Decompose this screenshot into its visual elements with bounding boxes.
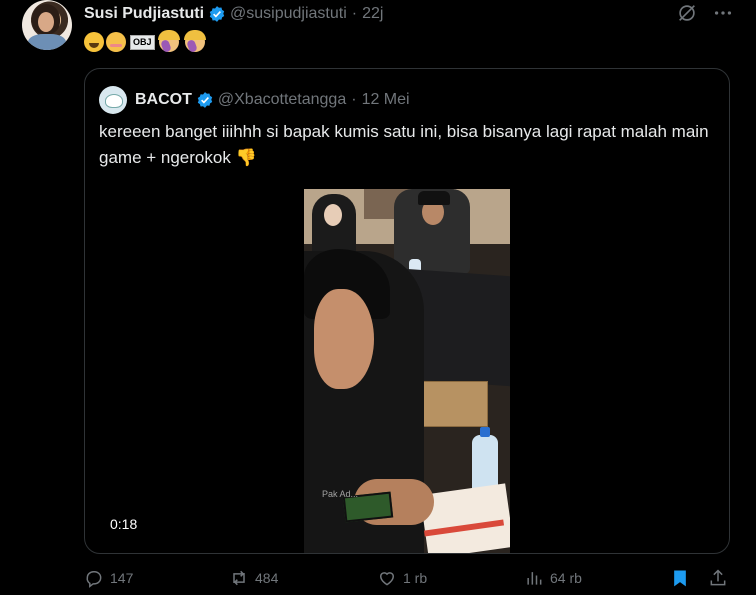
video-player[interactable]: Pak Ad... [304, 189, 510, 553]
facepalm-emoji-icon [157, 30, 180, 52]
share-icon [710, 569, 726, 586]
quoted-date[interactable]: 12 Mei [362, 91, 410, 109]
quoted-tweet-header: BACOT @Xbacottetangga · 12 Mei [99, 86, 410, 114]
facepalm-emoji-icon-2 [183, 30, 206, 52]
quoted-tweet-text: kereeen banget iiihhh si bapak kumis sat… [99, 122, 709, 167]
more-icon[interactable] [712, 2, 734, 24]
video-scene-foreground-face [314, 289, 374, 389]
tweet-time[interactable]: 22j [362, 5, 383, 23]
grinning-face-emoji-icon [84, 32, 104, 52]
author-name[interactable]: Susi Pudjiastuti [84, 5, 204, 23]
video-duration: 0:18 [110, 516, 138, 532]
tweet-top-actions [676, 2, 734, 24]
video-watermark: Pak Ad... [322, 489, 359, 499]
quoted-separator-dot: · [351, 91, 357, 108]
quoted-author-avatar[interactable] [99, 86, 127, 114]
share-button[interactable] [708, 568, 728, 588]
author-avatar[interactable] [22, 0, 72, 50]
like-icon [379, 572, 395, 586]
author-handle[interactable]: @susipudjiastuti [230, 5, 347, 23]
video-scene-paper [419, 483, 510, 553]
reply-icon [86, 571, 102, 588]
quoted-tweet-card[interactable]: BACOT @Xbacottetangga · 12 Mei kereeen b… [84, 68, 730, 554]
repost-icon [233, 570, 245, 586]
separator-dot: · [351, 5, 358, 22]
views-icon [527, 572, 542, 585]
repost-count: 484 [255, 570, 279, 586]
avatar-shirt [28, 34, 66, 50]
like-button[interactable]: 1 rb [377, 568, 427, 588]
tweet-action-bar: 147 484 1 rb 64 rb [84, 568, 734, 592]
like-count: 1 rb [403, 570, 428, 586]
views-button[interactable]: 64 rb [524, 568, 582, 588]
grok-icon[interactable] [676, 2, 698, 24]
bookmark-icon [674, 570, 686, 587]
quoted-author-name[interactable]: BACOT [135, 91, 192, 109]
object-replacement-glyph: OBJ [130, 34, 155, 50]
tweet-emoji-text: OBJ [84, 30, 206, 54]
reply-count: 147 [110, 570, 134, 586]
verified-badge-icon [209, 6, 225, 22]
tweet-header: Susi Pudjiastuti @susipudjiastuti · 22j [84, 4, 383, 24]
video-scene-cap [418, 191, 450, 205]
avatar-face [38, 12, 54, 32]
pleading-face-emoji-icon [106, 32, 126, 52]
quoted-author-handle[interactable]: @Xbacottetangga [218, 91, 346, 109]
reply-button[interactable]: 147 [84, 568, 133, 588]
bookmark-button[interactable] [670, 568, 690, 588]
views-count: 64 rb [550, 570, 582, 586]
repost-button[interactable]: 484 [229, 568, 278, 588]
quoted-verified-badge-icon [197, 92, 213, 108]
